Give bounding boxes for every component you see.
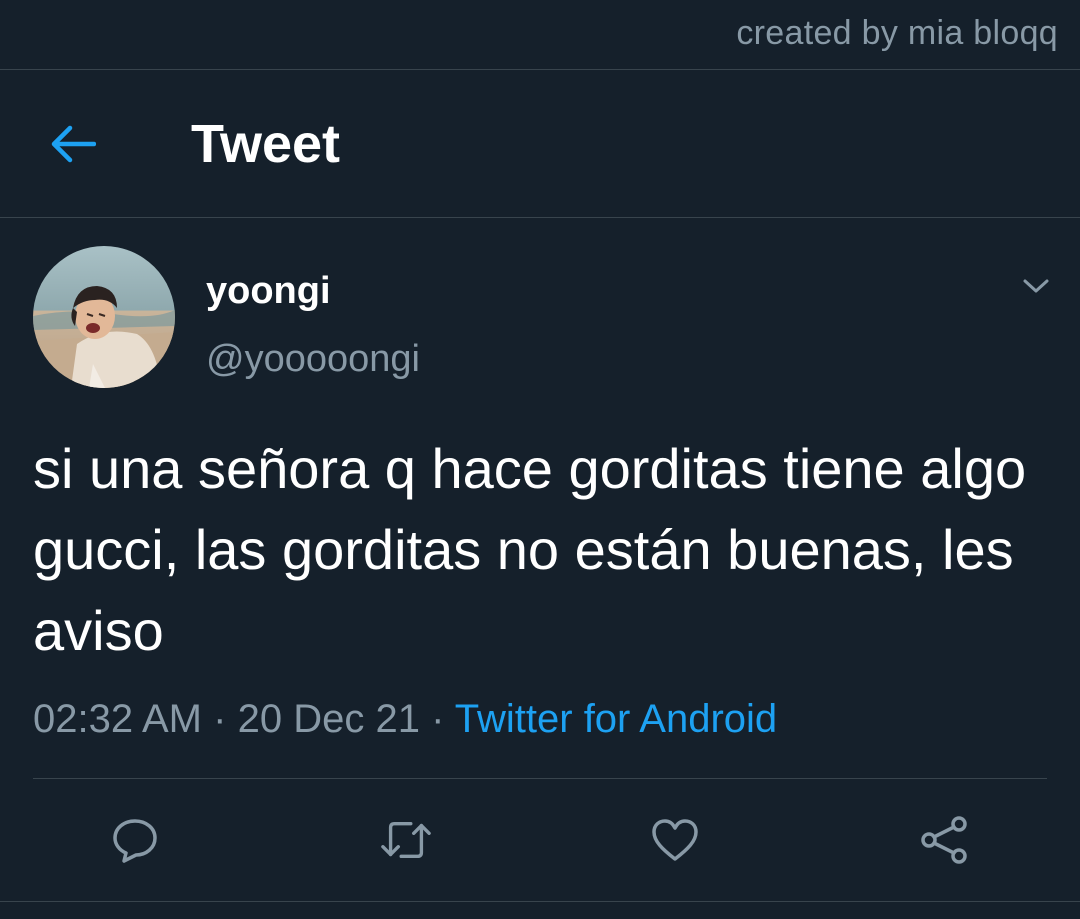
retweet-icon (381, 821, 431, 859)
meta-separator: · (431, 697, 445, 741)
like-button[interactable] (649, 814, 701, 866)
tweet-time: 02:32 AM (33, 697, 203, 741)
chevron-down-icon (1023, 279, 1049, 293)
actions-divider (33, 778, 1047, 779)
tweet-options-button[interactable] (1013, 263, 1059, 309)
tweet-meta: 02:32 AM · 20 Dec 21 · Twitter for Andro… (33, 693, 777, 745)
tweet-source-link[interactable]: Twitter for Android (455, 697, 777, 741)
arrow-left-icon (51, 125, 96, 163)
header-divider (0, 217, 1080, 218)
author-name[interactable]: yoongi (206, 268, 331, 314)
watermark-text: created by mia bloqq (736, 14, 1058, 52)
like-icon (652, 819, 698, 861)
avatar-photo (33, 246, 175, 388)
tweet-date: 20 Dec 21 (237, 697, 420, 741)
tweet-text: si una señora q hace gorditas tiene algo… (33, 437, 1027, 662)
back-button[interactable] (44, 116, 102, 172)
meta-separator: · (213, 697, 227, 741)
share-button[interactable] (918, 814, 970, 866)
retweet-button[interactable] (380, 814, 432, 866)
app-header: Tweet (0, 70, 1080, 217)
share-icon (921, 816, 967, 864)
bottom-divider (0, 901, 1080, 902)
author-handle[interactable]: @yooooongi (206, 334, 420, 384)
page-title: Tweet (191, 114, 341, 174)
avatar[interactable] (33, 246, 175, 388)
reply-icon (113, 819, 157, 863)
tweet-screen: created by mia bloqq Tweet yoongi @yoooo… (0, 0, 1080, 919)
reply-button[interactable] (109, 814, 161, 866)
